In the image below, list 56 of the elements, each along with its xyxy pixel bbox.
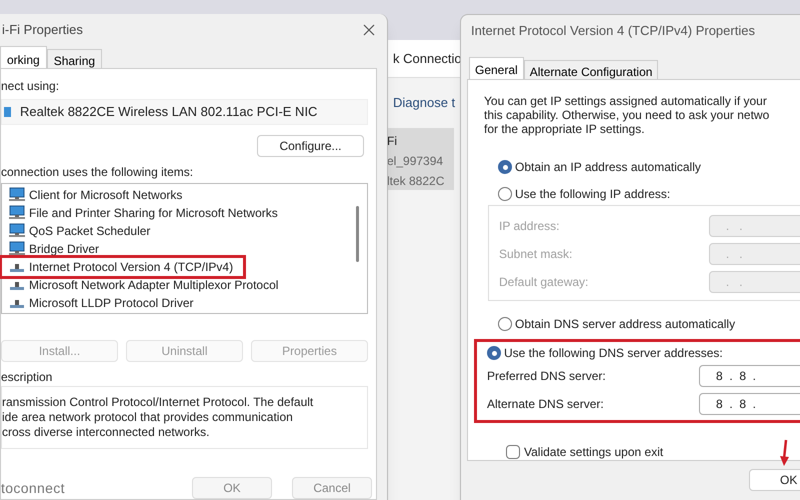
radio-label: Use the following IP address:: [515, 186, 670, 203]
radio-button[interactable]: [487, 346, 501, 360]
list-item[interactable]: QoS Packet Scheduler: [2, 222, 150, 240]
network-monitor-icon: [8, 187, 26, 202]
dialog-title: i-Fi Properties: [1, 21, 83, 40]
intro-text: You can get IP settings assigned automatically if your: [484, 94, 768, 108]
intro-text: for the appropriate IP settings.: [484, 122, 646, 136]
description-text: cross diverse interconnected networks.: [2, 424, 210, 440]
close-icon[interactable]: [363, 24, 375, 36]
intro-text: this capability. Otherwise, you need to ask your netwo: [484, 108, 770, 122]
tab[interactable]: Alternate Configuration: [524, 60, 658, 79]
radio-label: Use the following DNS server addresses:: [504, 345, 723, 362]
field-label: Alternate DNS server:: [487, 396, 605, 413]
network-monitor-icon: [8, 223, 26, 238]
field-label: Subnet mask:: [499, 246, 574, 263]
radio-label: Obtain an IP address automatically: [515, 159, 701, 176]
window-title: k Connectio: [393, 50, 462, 68]
radio-button[interactable]: [498, 317, 512, 331]
network-adapter-icon: [4, 104, 12, 119]
section-label: connection uses the following items:: [1, 164, 194, 179]
toolbar-link[interactable]: Diagnose t: [393, 93, 456, 113]
connection-text: el_997394: [387, 153, 444, 170]
section-label: nect using:: [1, 78, 60, 95]
network-monitor-icon: [8, 205, 26, 220]
dialog-title: Internet Protocol Version 4 (TCP/IPv4) Properties: [471, 22, 755, 40]
radio-button[interactable]: [498, 160, 512, 174]
tab[interactable]: General: [469, 57, 524, 79]
checkbox-label: Validate settings upon exit: [524, 444, 664, 461]
connection-item[interactable]: Fi el_997394 ltek 8822C: [387, 128, 454, 190]
list-item[interactable]: File and Printer Sharing for Microsoft Networks: [2, 204, 278, 222]
list-item[interactable]: Microsoft LLDP Protocol Driver: [2, 294, 194, 312]
ip-address-field[interactable]: 8 . 8 .: [699, 393, 800, 415]
tab[interactable]: Sharing: [46, 49, 102, 68]
list-item[interactable]: Microsoft Network Adapter Multiplexor Protocol: [2, 276, 278, 294]
list-item[interactable]: Client for Microsoft Networks: [2, 186, 182, 204]
list-item[interactable]: Internet Protocol Version 4 (TCP/IPv4): [2, 258, 244, 276]
ip-address-field[interactable]: 8 . 8 .: [699, 365, 800, 387]
autoconnect-label: toconnect: [1, 478, 65, 498]
connection-text: ltek 8822C: [387, 173, 446, 190]
radio-label: Obtain DNS server address automatically: [515, 316, 736, 333]
configure-button[interactable]: Configure...: [257, 134, 364, 157]
network-monitor-icon: [8, 241, 26, 256]
checkbox[interactable]: [506, 445, 520, 459]
scrollbar-thumb[interactable]: [356, 206, 359, 262]
description-text: ransmission Control Protocol/Internet Protocol. The default: [2, 394, 314, 410]
tab[interactable]: orking: [0, 46, 47, 68]
ok-button[interactable]: OK: [749, 469, 800, 491]
field-label: IP address:: [499, 218, 560, 235]
connection-text: Fi: [387, 133, 398, 150]
adapter-field: Realtek 8822CE Wireless LAN 802.11ac PCI-E NIC: [1, 99, 368, 125]
field-label: Default gateway:: [499, 274, 590, 291]
description-text: ide area network protocol that provides communication: [2, 410, 294, 425]
group-label: escription: [1, 368, 54, 386]
field-label: Preferred DNS server:: [487, 368, 607, 385]
list-item[interactable]: Bridge Driver: [2, 240, 100, 258]
radio-button[interactable]: [498, 187, 512, 201]
